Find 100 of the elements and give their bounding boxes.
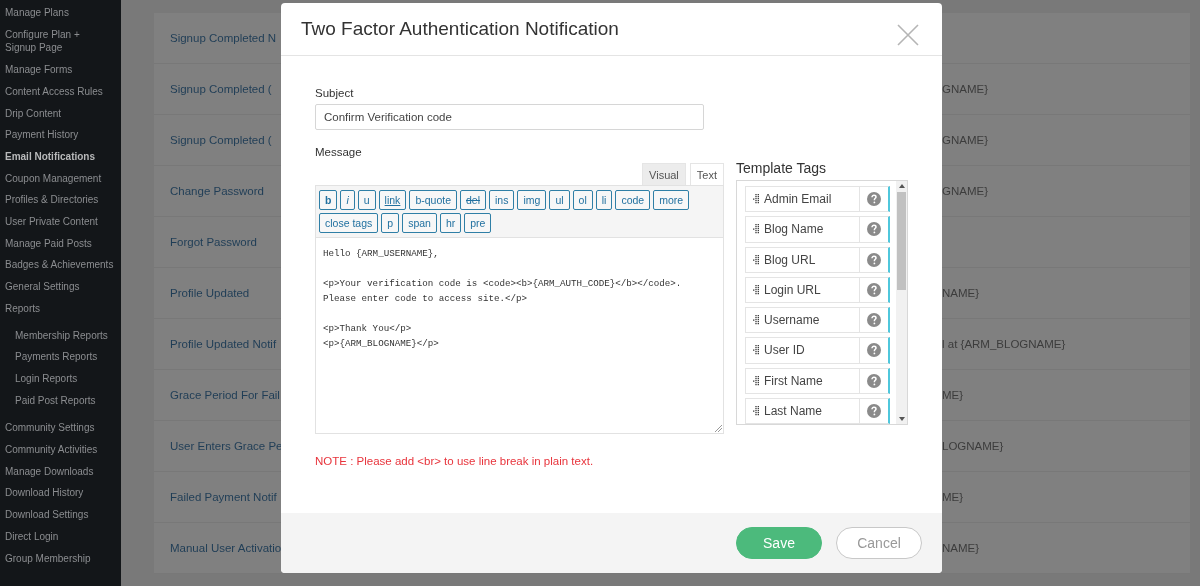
help-icon[interactable] — [867, 313, 881, 328]
message-textarea[interactable]: Hello {ARM_USERNAME}, <p>Your verification code is <code><b>{ARM_AUTH_CODE}</b></code>. Please enter code to access site.</p> <p>Thank You</p> <p>{ARM_BLOGNAME}</p> — [315, 238, 724, 434]
close-icon[interactable] — [897, 24, 919, 46]
toolbar-button[interactable]: b-quote — [409, 190, 457, 210]
tag-label: Last Name — [764, 403, 823, 418]
sidebar-item[interactable]: Manage Forms — [5, 59, 117, 81]
scroll-up-arrow-icon[interactable] — [898, 184, 905, 188]
help-icon[interactable] — [867, 282, 881, 297]
note-text: NOTE : Please add <br> to use line break in plain text. — [315, 455, 595, 467]
sidebar-item[interactable]: Profiles & Directories — [5, 189, 117, 212]
sidebar-item[interactable]: Reports — [5, 297, 117, 320]
scrollbar[interactable] — [896, 181, 907, 424]
notification-subject: LOGNAME} — [942, 440, 1004, 452]
sidebar-item[interactable]: Badges & Achievements — [5, 254, 117, 277]
subject-input[interactable]: Confirm Verification code — [315, 104, 704, 130]
scroll-down-arrow-icon[interactable] — [898, 417, 905, 421]
toolbar-button[interactable]: code — [615, 190, 651, 210]
toolbar-button[interactable]: ol — [572, 190, 593, 210]
notification-title[interactable]: Forgot Password — [170, 236, 282, 248]
cancel-button[interactable]: Cancel — [836, 527, 922, 559]
sidebar-item[interactable]: Download History — [5, 482, 117, 505]
help-icon[interactable] — [867, 192, 881, 207]
toolbar-button[interactable]: i — [340, 190, 355, 210]
tag-label: User ID — [764, 343, 805, 358]
notification-title[interactable]: Profile Updated Notif — [170, 338, 282, 350]
drag-handle-icon[interactable] — [753, 315, 759, 326]
sidebar-item[interactable]: Community Settings — [5, 417, 117, 440]
sidebar-item[interactable]: Payment History — [5, 124, 117, 146]
notification-subject: NAME} — [942, 542, 980, 554]
template-tag-item[interactable]: Admin Email — [745, 186, 890, 213]
notification-title[interactable]: Change Password — [170, 185, 282, 197]
resize-grip-icon[interactable] — [715, 425, 722, 432]
sidebar-subitem[interactable]: Login Reports — [15, 367, 117, 390]
notification-subject: GNAME} — [942, 185, 988, 197]
drag-handle-icon[interactable] — [753, 254, 759, 265]
sidebar-item[interactable]: Coupon Management — [5, 167, 117, 190]
toolbar-button[interactable]: del — [460, 190, 486, 210]
editor-tab[interactable]: Text — [689, 163, 724, 185]
help-icon[interactable] — [867, 252, 881, 267]
notification-title[interactable]: Signup Completed N — [170, 32, 282, 44]
drag-handle-icon[interactable] — [753, 375, 759, 386]
drag-handle-icon[interactable] — [753, 284, 759, 295]
tag-label: First Name — [764, 373, 823, 388]
sidebar-item[interactable]: Email Notifications — [5, 145, 117, 168]
toolbar-button[interactable]: link — [378, 190, 407, 210]
drag-handle-icon[interactable] — [753, 194, 759, 205]
toolbar-button[interactable]: li — [595, 190, 613, 210]
template-tag-item[interactable]: User ID — [745, 337, 890, 364]
notification-title[interactable]: Grace Period For Fail — [170, 389, 282, 401]
help-icon[interactable] — [867, 373, 881, 388]
template-tag-item[interactable]: Blog URL — [745, 246, 890, 273]
sidebar-item[interactable]: Download Settings — [5, 504, 117, 526]
toolbar-button[interactable]: hr — [439, 213, 462, 233]
toolbar-button[interactable]: close tags — [319, 213, 379, 233]
toolbar-button[interactable]: img — [517, 190, 547, 210]
toolbar-button[interactable]: pre — [464, 213, 492, 233]
drag-handle-icon[interactable] — [753, 345, 759, 356]
sidebar-item[interactable]: User Private Content — [5, 211, 117, 233]
notification-title[interactable]: Failed Payment Notif — [170, 491, 282, 503]
toolbar-button[interactable]: span — [402, 213, 437, 233]
sidebar-item[interactable]: Content Access Rules — [5, 80, 117, 103]
help-icon[interactable] — [867, 403, 881, 418]
editor-tab[interactable]: Visual — [642, 163, 686, 185]
template-tag-item[interactable]: Last Name — [745, 397, 890, 424]
template-tags-heading: Template Tags — [736, 160, 827, 176]
toolbar-button[interactable]: more — [653, 190, 690, 210]
sidebar-item[interactable]: Configure Plan + Signup Page — [5, 23, 117, 60]
sidebar-item[interactable]: Drip Content — [5, 102, 117, 125]
sidebar-subitem[interactable]: Membership Reports — [15, 324, 117, 347]
sidebar-subitem[interactable]: Payments Reports — [15, 346, 117, 368]
notification-subject: ME} — [942, 491, 964, 503]
tag-label: Username — [764, 313, 820, 328]
help-icon[interactable] — [867, 222, 881, 237]
sidebar-subitem[interactable]: Paid Post Reports — [15, 389, 117, 412]
sidebar-item[interactable]: Manage Plans — [5, 2, 117, 24]
message-label: Message — [315, 146, 363, 158]
sidebar-item[interactable]: Community Activities — [5, 439, 117, 461]
drag-handle-icon[interactable] — [753, 224, 759, 235]
tag-label: Login URL — [764, 282, 821, 297]
notification-title[interactable]: User Enters Grace Pe — [170, 440, 282, 452]
notification-title[interactable]: Signup Completed ( — [170, 134, 282, 146]
template-tag-item[interactable]: Blog Name — [745, 216, 890, 243]
template-tag-item[interactable]: Login URL — [745, 276, 890, 303]
sidebar-item[interactable]: Manage Paid Posts — [5, 232, 117, 255]
sidebar-item[interactable]: Manage Downloads — [5, 460, 117, 483]
drag-handle-icon[interactable] — [753, 405, 759, 416]
toolbar-button[interactable]: p — [381, 213, 400, 233]
notification-subject: NAME} — [942, 287, 980, 299]
sidebar-item[interactable]: Direct Login — [5, 525, 117, 548]
template-tag-item[interactable]: First Name — [745, 367, 890, 394]
notification-title[interactable]: Profile Updated — [170, 287, 282, 299]
sidebar-item[interactable]: General Settings — [5, 276, 117, 298]
toolbar-button[interactable]: ul — [549, 190, 570, 210]
sidebar-item[interactable]: Group Membership — [5, 547, 117, 570]
template-tag-item[interactable]: Username — [745, 307, 890, 334]
toolbar-button[interactable]: ins — [489, 190, 515, 210]
notification-title[interactable]: Signup Completed ( — [170, 83, 282, 95]
toolbar-button[interactable]: b — [319, 190, 338, 210]
help-icon[interactable] — [867, 343, 881, 358]
toolbar-button[interactable]: u — [357, 190, 376, 210]
